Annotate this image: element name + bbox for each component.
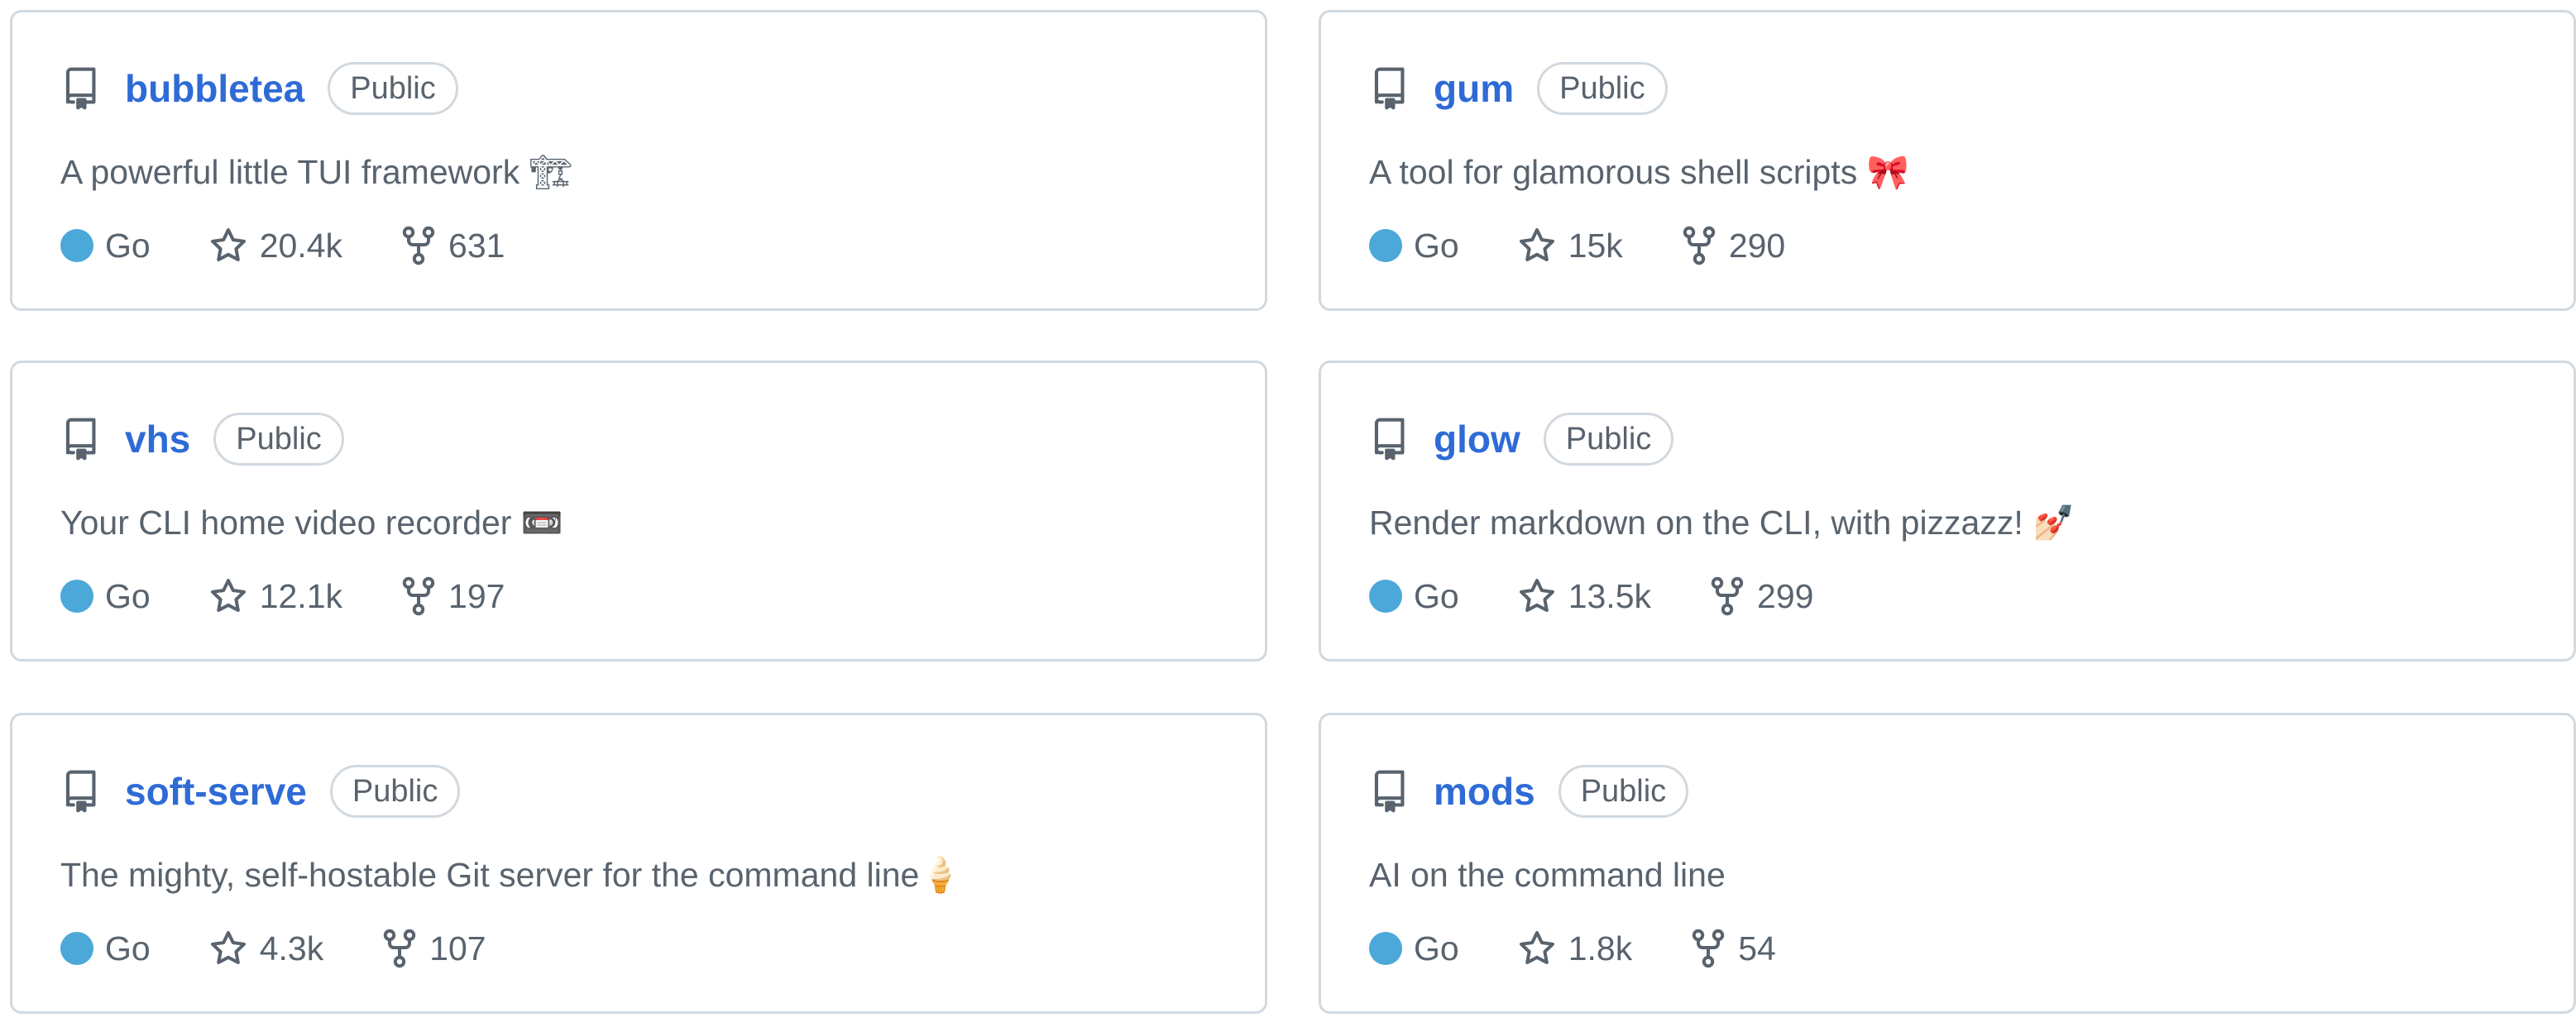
stargazers-link[interactable]: 4.3k bbox=[208, 929, 324, 968]
repo-card-glow: glow Public Render markdown on the CLI, … bbox=[1319, 361, 2576, 662]
repo-name-link[interactable]: vhs bbox=[125, 417, 190, 461]
star-count: 4.3k bbox=[259, 929, 324, 967]
fork-icon bbox=[1693, 929, 1725, 968]
repo-name-link[interactable]: mods bbox=[1434, 769, 1535, 814]
language-color-dot bbox=[60, 229, 93, 262]
repo-card-header: soft-serve Public bbox=[59, 765, 461, 818]
fork-count: 197 bbox=[448, 576, 505, 615]
star-count: 13.5k bbox=[1568, 576, 1652, 615]
repo-description: A powerful little TUI framework 🏗 bbox=[60, 153, 572, 191]
stargazers-link[interactable]: 1.8k bbox=[1517, 929, 1633, 968]
star-count: 15k bbox=[1568, 226, 1623, 265]
forks-link[interactable]: 197 bbox=[400, 576, 505, 616]
repo-name-link[interactable]: bubbletea bbox=[125, 66, 304, 111]
forks-link[interactable]: 54 bbox=[1690, 929, 1776, 968]
star-icon bbox=[1519, 228, 1554, 261]
repo-card-gum: gum Public A tool for glamorous shell sc… bbox=[1319, 10, 2576, 311]
fork-icon bbox=[1711, 576, 1744, 616]
star-count: 12.1k bbox=[259, 576, 343, 615]
repo-description: AI on the command line bbox=[1369, 856, 1726, 894]
fork-icon bbox=[402, 226, 435, 265]
repo-description: A tool for glamorous shell scripts 🎀 bbox=[1369, 153, 1909, 191]
fork-count: 54 bbox=[1738, 929, 1776, 967]
repo-language: Go bbox=[1414, 929, 1459, 967]
repo-icon bbox=[1367, 64, 1410, 112]
repo-card-mods: mods Public AI on the command line Go 1.… bbox=[1319, 713, 2576, 1014]
repo-card-header: glow Public bbox=[1367, 413, 1674, 466]
repo-card-header: mods Public bbox=[1367, 765, 1689, 818]
fork-icon bbox=[402, 576, 435, 616]
fork-icon bbox=[1683, 226, 1716, 265]
language-color-dot bbox=[60, 932, 93, 965]
forks-link[interactable]: 299 bbox=[1709, 576, 1813, 616]
visibility-badge: Public bbox=[328, 62, 458, 115]
fork-count: 290 bbox=[1728, 226, 1786, 265]
repo-language: Go bbox=[105, 576, 151, 615]
language-color-dot bbox=[1369, 580, 1402, 613]
fork-icon bbox=[384, 929, 416, 968]
star-icon bbox=[210, 228, 246, 261]
visibility-badge: Public bbox=[1543, 413, 1674, 466]
visibility-badge: Public bbox=[1537, 62, 1668, 115]
stargazers-link[interactable]: 13.5k bbox=[1517, 576, 1651, 616]
star-icon bbox=[1519, 931, 1554, 964]
repo-meta: Go 20.4k 631 bbox=[60, 221, 505, 270]
repo-language: Go bbox=[105, 929, 151, 967]
repo-description: The mighty, self-hostable Git server for… bbox=[60, 856, 962, 894]
fork-count: 299 bbox=[1757, 576, 1814, 615]
language-color-dot bbox=[1369, 229, 1402, 262]
stargazers-link[interactable]: 12.1k bbox=[208, 576, 342, 616]
star-icon bbox=[210, 931, 246, 964]
repo-meta: Go 1.8k 54 bbox=[1369, 924, 1776, 973]
repo-language: Go bbox=[1414, 226, 1459, 265]
repo-icon bbox=[1367, 767, 1410, 815]
repo-name-link[interactable]: glow bbox=[1434, 417, 1520, 461]
repo-card-vhs: vhs Public Your CLI home video recorder … bbox=[10, 361, 1267, 662]
language-color-dot bbox=[1369, 932, 1402, 965]
visibility-badge: Public bbox=[329, 765, 461, 818]
repo-icon bbox=[59, 767, 102, 815]
repo-description: Your CLI home video recorder 📼 bbox=[60, 504, 563, 542]
visibility-badge: Public bbox=[213, 413, 344, 466]
repo-description: Render markdown on the CLI, with pizzazz… bbox=[1369, 504, 2076, 542]
repo-card-header: vhs Public bbox=[59, 413, 344, 466]
repo-meta: Go 13.5k 299 bbox=[1369, 571, 1813, 621]
repo-meta: Go 15k 290 bbox=[1369, 221, 1785, 270]
repo-card-soft-serve: soft-serve Public The mighty, self-hosta… bbox=[10, 713, 1267, 1014]
stargazers-link[interactable]: 20.4k bbox=[208, 226, 342, 265]
stargazers-link[interactable]: 15k bbox=[1517, 226, 1623, 265]
repo-name-link[interactable]: soft-serve bbox=[125, 769, 307, 814]
repo-name-link[interactable]: gum bbox=[1434, 66, 1514, 111]
forks-link[interactable]: 107 bbox=[381, 929, 486, 968]
repo-meta: Go 4.3k 107 bbox=[60, 924, 486, 973]
repo-icon bbox=[59, 415, 102, 463]
forks-link[interactable]: 290 bbox=[1681, 226, 1785, 265]
language-color-dot bbox=[60, 580, 93, 613]
fork-count: 107 bbox=[429, 929, 486, 967]
repo-card-header: bubbletea Public bbox=[59, 62, 458, 115]
fork-count: 631 bbox=[448, 226, 505, 265]
forks-link[interactable]: 631 bbox=[400, 226, 505, 265]
star-icon bbox=[210, 579, 246, 612]
visibility-badge: Public bbox=[1558, 765, 1689, 818]
repo-icon bbox=[59, 64, 102, 112]
star-icon bbox=[1519, 579, 1554, 612]
repo-language: Go bbox=[1414, 576, 1459, 615]
star-count: 20.4k bbox=[259, 226, 343, 265]
star-count: 1.8k bbox=[1568, 929, 1633, 967]
repo-card-bubbletea: bubbletea Public A powerful little TUI f… bbox=[10, 10, 1267, 311]
repo-meta: Go 12.1k 197 bbox=[60, 571, 505, 621]
repo-card-header: gum Public bbox=[1367, 62, 1668, 115]
repo-icon bbox=[1367, 415, 1410, 463]
pinned-repos-grid: bubbletea Public A powerful little TUI f… bbox=[0, 0, 2576, 1027]
repo-language: Go bbox=[105, 226, 151, 265]
